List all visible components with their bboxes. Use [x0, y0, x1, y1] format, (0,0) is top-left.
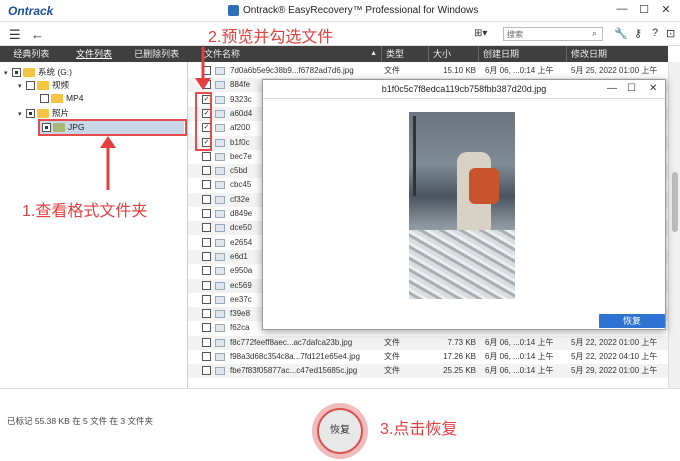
annotation-step3: 3.点击恢复: [380, 421, 458, 438]
annotation-arrows: [100, 47, 211, 190]
annotation-step2: 2.预览并勾选文件: [208, 29, 334, 46]
annotation-step1: 1.查看格式文件夹: [22, 203, 148, 220]
